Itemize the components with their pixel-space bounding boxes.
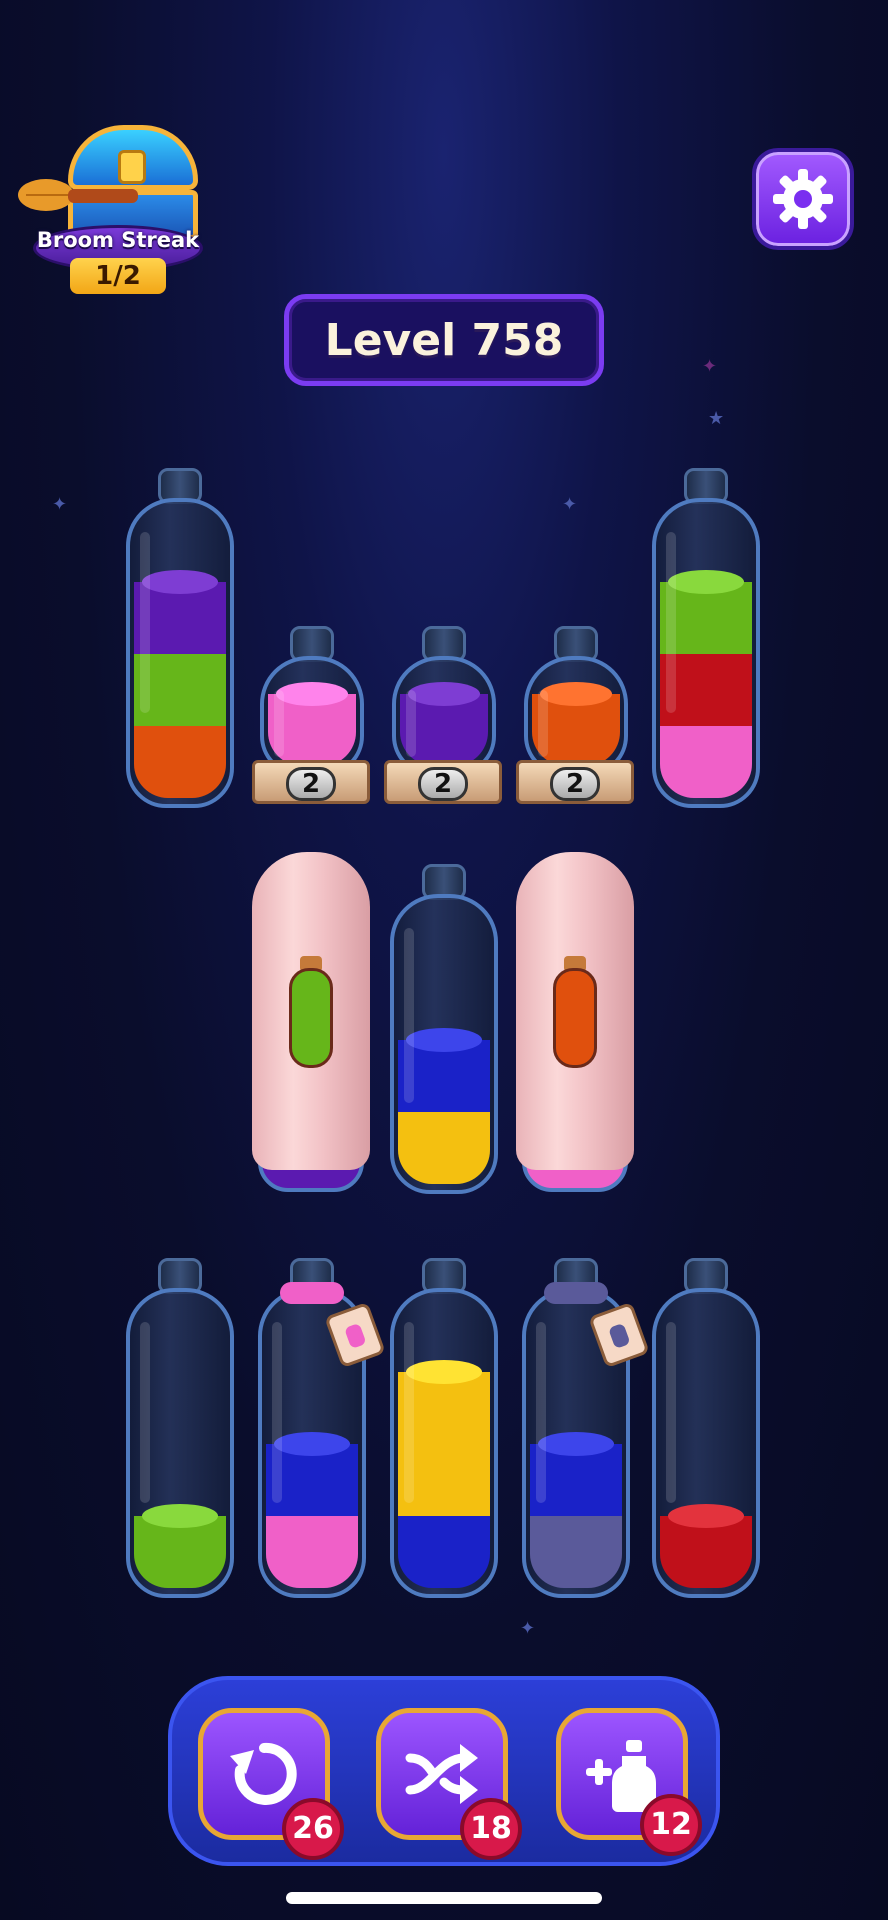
liquid-surface: [668, 1504, 744, 1528]
covered-bottle-1[interactable]: [252, 852, 370, 1170]
bottle-2[interactable]: [260, 626, 364, 776]
shuffle-count-badge: 18: [460, 1798, 522, 1860]
glass-highlight: [666, 532, 676, 714]
liquid-surface: [406, 1028, 482, 1052]
liquid-layer-orange: [134, 726, 226, 798]
liquid-layer-red: [660, 1504, 752, 1588]
liquid-surface: [274, 1432, 350, 1456]
bottle-glass: [126, 498, 234, 808]
bottle-glass: [390, 894, 498, 1194]
bottle-5[interactable]: [652, 468, 760, 808]
glass-highlight: [140, 1322, 150, 1504]
level-label: Level 758: [324, 314, 564, 366]
glass-highlight: [404, 928, 414, 1104]
add-bottle-count-badge: 12: [640, 1794, 702, 1856]
bottle-6[interactable]: [390, 864, 498, 1194]
bottle-1[interactable]: [126, 468, 234, 808]
lock-count-badge: 2: [418, 767, 468, 801]
liquid-layer-blue: [398, 1516, 490, 1588]
liquid-surface: [142, 570, 218, 594]
liquid-layer-pink: [266, 1516, 358, 1588]
liquid-surface: [406, 1360, 482, 1384]
hint-bottle-icon: [553, 968, 597, 1068]
glass-highlight: [538, 690, 548, 758]
bottle-4[interactable]: [524, 626, 628, 776]
glass-highlight: [404, 1322, 414, 1504]
bottle-9[interactable]: [390, 1258, 498, 1598]
lock-count-badge: 2: [550, 767, 600, 801]
bottle-glass: [652, 498, 760, 808]
bottle-glass: [392, 656, 496, 776]
liquid-surface: [538, 1432, 614, 1456]
star-decoration: ✦: [520, 1618, 536, 1639]
rope-knot-icon: [544, 1282, 608, 1304]
liquid-surface: [142, 1504, 218, 1528]
hint-bottle-icon: [289, 968, 333, 1068]
gear-icon: [773, 169, 833, 229]
locked-tray: 2: [516, 760, 634, 804]
tag-bottle-icon: [608, 1322, 631, 1350]
liquid-surface: [540, 682, 612, 706]
undo-icon: [230, 1742, 297, 1805]
bottle-glass: [652, 1288, 760, 1598]
broom-icon: [18, 179, 138, 211]
star-decoration: ✦: [52, 494, 68, 515]
rope-knot-icon: [280, 1282, 344, 1304]
liquid-surface: [668, 570, 744, 594]
liquid-surface: [276, 682, 348, 706]
liquid-layer-slate: [530, 1516, 622, 1588]
covered-bottle-2[interactable]: [516, 852, 634, 1170]
locked-tray: 2: [384, 760, 502, 804]
glass-highlight: [140, 532, 150, 714]
home-indicator: [286, 1892, 602, 1904]
liquid-layer-yellow: [398, 1112, 490, 1184]
star-decoration: ★: [708, 408, 725, 429]
lock-count-badge: 2: [286, 767, 336, 801]
locked-tray: 2: [252, 760, 370, 804]
glass-highlight: [272, 1322, 282, 1504]
star-decoration: ✦: [562, 494, 578, 515]
broom-streak-widget[interactable]: Broom Streak 1/2: [18, 110, 208, 300]
glass-highlight: [666, 1322, 676, 1504]
liquid-layer-pink: [660, 726, 752, 798]
bottle-glass: [390, 1288, 498, 1598]
settings-button[interactable]: [752, 148, 854, 250]
bottle-glass: [126, 1288, 234, 1598]
bottle-glass: [524, 656, 628, 776]
liquid-layer-green: [134, 1504, 226, 1588]
bottle-glass: [260, 656, 364, 776]
level-indicator: Level 758: [284, 294, 604, 386]
glass-highlight: [274, 690, 284, 758]
glass-highlight: [406, 690, 416, 758]
streak-count: 1/2: [70, 258, 166, 294]
bottle-11[interactable]: [652, 1258, 760, 1598]
bottle-7[interactable]: [126, 1258, 234, 1598]
streak-label: Broom Streak: [36, 228, 200, 252]
tag-bottle-icon: [344, 1322, 367, 1350]
liquid-surface: [408, 682, 480, 706]
undo-count-badge: 26: [282, 1798, 344, 1860]
glass-highlight: [536, 1322, 546, 1504]
star-decoration: ✦: [702, 356, 718, 377]
bottle-3[interactable]: [392, 626, 496, 776]
